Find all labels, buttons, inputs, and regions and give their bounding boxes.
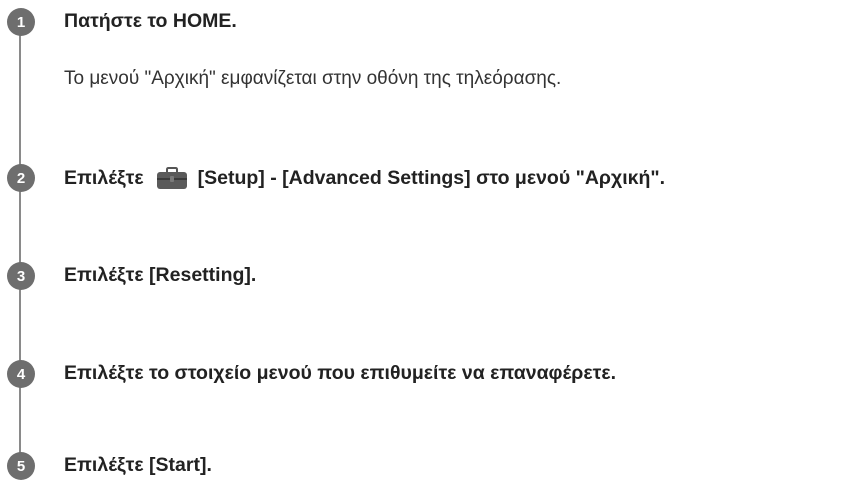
step-4-title: Επιλέξτε το στοιχείο μενού που επιθυμείτ… bbox=[64, 362, 616, 384]
step-1-description: Το μενού "Αρχική" εμφανίζεται στην οθόνη… bbox=[64, 68, 562, 89]
step-5-number-badge: 5 bbox=[7, 452, 35, 480]
step-3-title: Επιλέξτε [Resetting]. bbox=[64, 264, 257, 286]
step-1-number-badge: 1 bbox=[7, 8, 35, 36]
step-5-title: Επιλέξτε [Start]. bbox=[64, 454, 212, 476]
step-4-number-badge: 4 bbox=[7, 360, 35, 388]
step-2-number-badge: 2 bbox=[7, 164, 35, 192]
step-2-title-suffix: [Setup] - [Advanced Settings] στο μενού … bbox=[197, 166, 666, 189]
step-1-title: Πατήστε το HOME. bbox=[64, 10, 237, 32]
step-2-title-prefix: Επιλέξτε bbox=[64, 166, 144, 189]
step-timeline-rail bbox=[19, 20, 21, 470]
toolbox-icon bbox=[156, 166, 188, 190]
step-3-number-badge: 3 bbox=[7, 262, 35, 290]
step-2-title: Επιλέξτε [Setup] - [Advanced Settings] σ… bbox=[64, 164, 665, 192]
